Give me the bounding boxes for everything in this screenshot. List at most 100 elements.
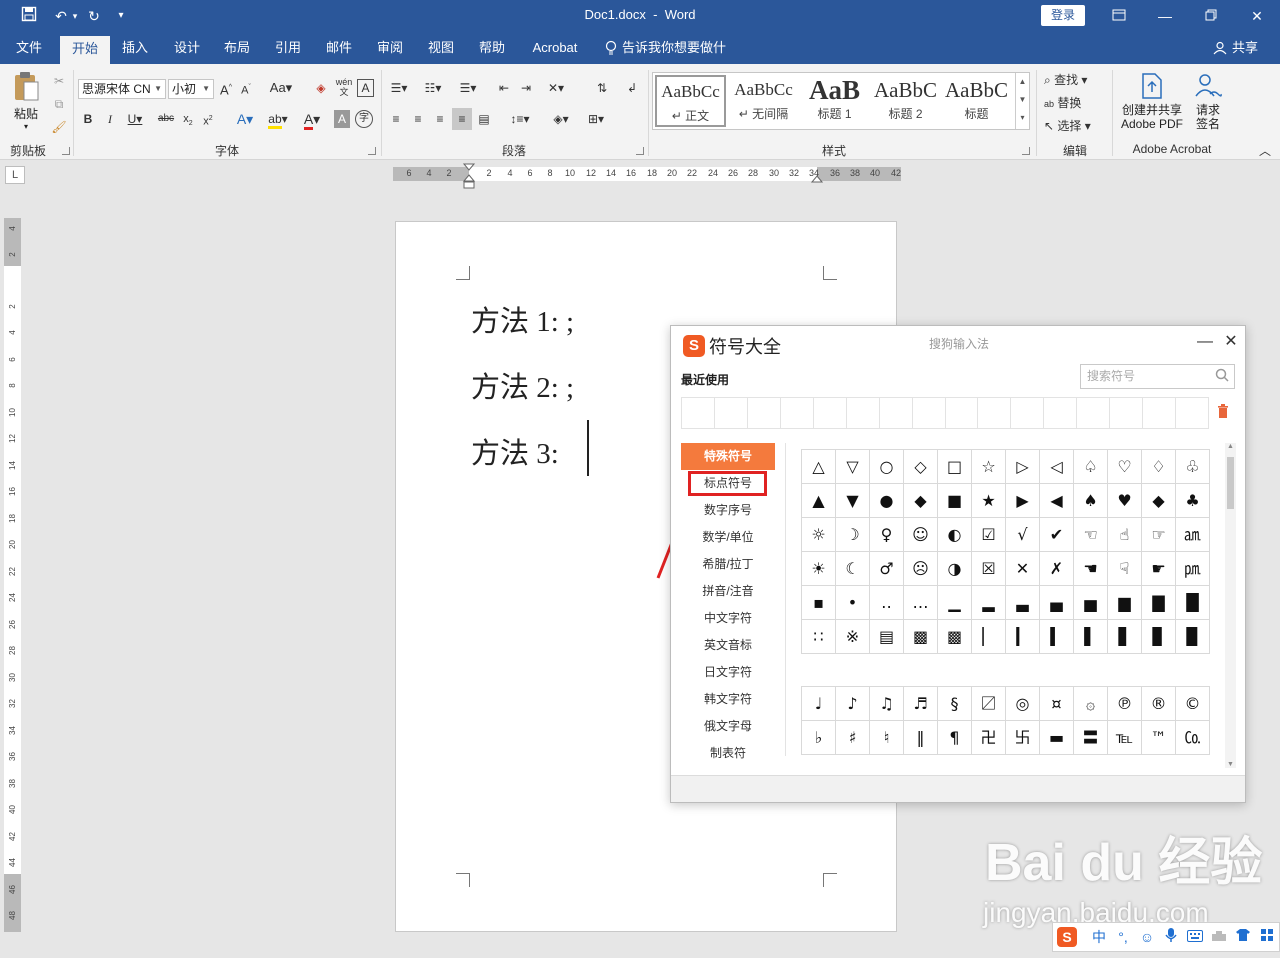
grow-font-icon[interactable]: A^ <box>218 77 234 99</box>
person-icon[interactable] <box>1210 32 1230 64</box>
create-pdf-button[interactable]: 创建并共享 Adobe PDF <box>1116 72 1188 131</box>
select-button[interactable]: ↖ 选择 ▾ <box>1044 115 1106 137</box>
paragraph-launcher-icon[interactable] <box>636 147 644 155</box>
symbol-cell[interactable]: ℡ <box>1108 721 1142 755</box>
recent-slot[interactable] <box>913 398 946 428</box>
symbol-cell[interactable]: ☝ <box>1108 518 1142 552</box>
indent-marker-icon[interactable] <box>463 163 475 189</box>
document-line[interactable]: 方法 3: <box>471 430 559 472</box>
recent-slot[interactable] <box>748 398 781 428</box>
symbol-cell[interactable]: • <box>836 586 870 620</box>
symbol-cell[interactable]: ▂ <box>972 586 1006 620</box>
recent-slot[interactable] <box>1077 398 1111 428</box>
symbol-search-input[interactable]: 搜索符号 <box>1080 364 1235 389</box>
tab-insert[interactable]: 插入 <box>114 32 156 64</box>
symbol-cell[interactable]: ✔ <box>1040 518 1074 552</box>
symbol-cell[interactable]: ▷ <box>1006 450 1040 484</box>
symbol-cell[interactable]: 〼 <box>972 687 1006 721</box>
category-greek[interactable]: 希腊/拉丁 <box>681 551 775 578</box>
symbol-cell[interactable]: ▎ <box>1006 620 1040 654</box>
cut-icon[interactable]: ✂ <box>50 70 68 92</box>
category-numbers[interactable]: 数字序号 <box>681 497 775 524</box>
symbol-cell[interactable]: ☆ <box>972 450 1006 484</box>
symbol-cell[interactable]: ¤ <box>1040 687 1074 721</box>
symbol-cell[interactable]: ‥ <box>870 586 904 620</box>
scrollbar[interactable]: ▲ ▼ <box>1225 443 1236 768</box>
symbol-cell[interactable]: ◇ <box>904 450 938 484</box>
skin-icon[interactable] <box>1233 927 1253 947</box>
tab-review[interactable]: 审阅 <box>369 32 411 64</box>
font-name-combo[interactable]: 思源宋体 CN ▼ <box>78 79 166 99</box>
tab-design[interactable]: 设计 <box>166 32 208 64</box>
symbol-cell[interactable]: ▄ <box>1040 586 1074 620</box>
ime-punct-toggle[interactable]: °, <box>1113 927 1133 947</box>
replace-button[interactable]: ab 替换 <box>1044 92 1106 114</box>
highlight-icon[interactable]: ab▾ <box>264 108 292 130</box>
category-box-drawing[interactable]: 制表符 <box>681 740 775 767</box>
tell-me-search[interactable]: 告诉我你想要做什么 <box>622 32 734 87</box>
symbol-cell[interactable]: ♮ <box>870 721 904 755</box>
scroll-down-icon[interactable]: ▼ <box>1225 761 1236 768</box>
symbol-cell[interactable]: ▁ <box>938 586 972 620</box>
symbol-cell[interactable]: 卍 <box>972 721 1006 755</box>
symbol-cell[interactable]: ♭ <box>802 721 836 755</box>
multilevel-list-icon[interactable]: ☰▾ <box>454 77 482 99</box>
tab-file[interactable]: 文件 <box>8 32 50 64</box>
restore-icon[interactable] <box>1196 4 1226 28</box>
bold-icon[interactable]: B <box>80 108 96 130</box>
symbol-cell[interactable]: ㏇ <box>1176 721 1210 755</box>
text-effects-icon[interactable]: A▾ <box>232 108 258 130</box>
collapse-ribbon-icon[interactable]: ︿ <box>1256 140 1274 162</box>
symbol-cell[interactable]: ♢ <box>1142 450 1176 484</box>
scrollbar-thumb[interactable] <box>1227 457 1234 509</box>
copy-icon[interactable]: ⧉ <box>50 93 68 115</box>
symbol-cell[interactable]: ▍ <box>1040 620 1074 654</box>
justify-icon[interactable]: ≡ <box>452 108 472 130</box>
recent-slot[interactable] <box>814 398 847 428</box>
recent-slot[interactable] <box>781 398 814 428</box>
symbol-cell[interactable]: □ <box>938 450 972 484</box>
ribbon-display-options-icon[interactable] <box>1104 4 1134 28</box>
strikethrough-icon[interactable]: abc <box>156 108 176 130</box>
symbol-cell[interactable]: ▏ <box>972 620 1006 654</box>
minimize-icon[interactable]: — <box>1195 332 1215 352</box>
symbol-cell[interactable]: ♣ <box>1176 484 1210 518</box>
tools-icon[interactable] <box>1209 927 1229 947</box>
recent-slot[interactable] <box>1110 398 1144 428</box>
symbol-cell[interactable]: ◎ <box>1006 687 1040 721</box>
recent-slot[interactable] <box>1044 398 1078 428</box>
symbol-cell[interactable]: ▃ <box>1006 586 1040 620</box>
style-title[interactable]: AaBbC 标题 <box>941 75 1012 127</box>
symbol-cell[interactable]: ♥ <box>1108 484 1142 518</box>
symbol-cell[interactable]: ▌ <box>1074 620 1108 654</box>
underline-icon[interactable]: U▾ <box>124 108 146 130</box>
symbol-cell[interactable]: ▶ <box>1006 484 1040 518</box>
sogou-logo-icon[interactable]: S <box>1057 927 1077 947</box>
login-button[interactable]: 登录 <box>1041 5 1085 26</box>
recent-slot[interactable] <box>946 398 979 428</box>
tab-view[interactable]: 视图 <box>420 32 462 64</box>
symbol-cell[interactable]: ∷ <box>802 620 836 654</box>
vertical-ruler[interactable]: 4 2 2 4 6 8 10 12 14 16 18 20 22 24 26 2… <box>4 218 21 932</box>
symbol-cell[interactable]: ♧ <box>1176 450 1210 484</box>
symbol-cell[interactable]: ۞ <box>1074 687 1108 721</box>
symbol-cell[interactable]: △ <box>802 450 836 484</box>
symbol-cell[interactable]: ♪ <box>836 687 870 721</box>
symbol-cell[interactable]: ◆ <box>1142 484 1176 518</box>
symbol-cell[interactable]: ▩ <box>904 620 938 654</box>
category-phonetic[interactable]: 英文音标 <box>681 632 775 659</box>
symbol-cell[interactable]: ▪ <box>802 586 836 620</box>
symbol-cell[interactable]: ℗ <box>1108 687 1142 721</box>
clipboard-launcher-icon[interactable] <box>62 147 70 155</box>
symbol-cell[interactable]: ▽ <box>836 450 870 484</box>
borders-icon[interactable]: ⊞▾ <box>582 108 610 130</box>
symbol-cell[interactable]: ♫ <box>870 687 904 721</box>
symbol-cell[interactable]: ※ <box>836 620 870 654</box>
symbol-cell[interactable]: ☑ <box>972 518 1006 552</box>
symbol-cell[interactable]: ▬ <box>1040 721 1074 755</box>
symbol-cell[interactable]: ▅ <box>1074 586 1108 620</box>
symbol-cell[interactable]: ▲ <box>802 484 836 518</box>
align-center-icon[interactable]: ≡ <box>408 108 428 130</box>
category-japanese[interactable]: 日文字符 <box>681 659 775 686</box>
style-heading-1[interactable]: AaB 标题 1 <box>799 75 870 127</box>
